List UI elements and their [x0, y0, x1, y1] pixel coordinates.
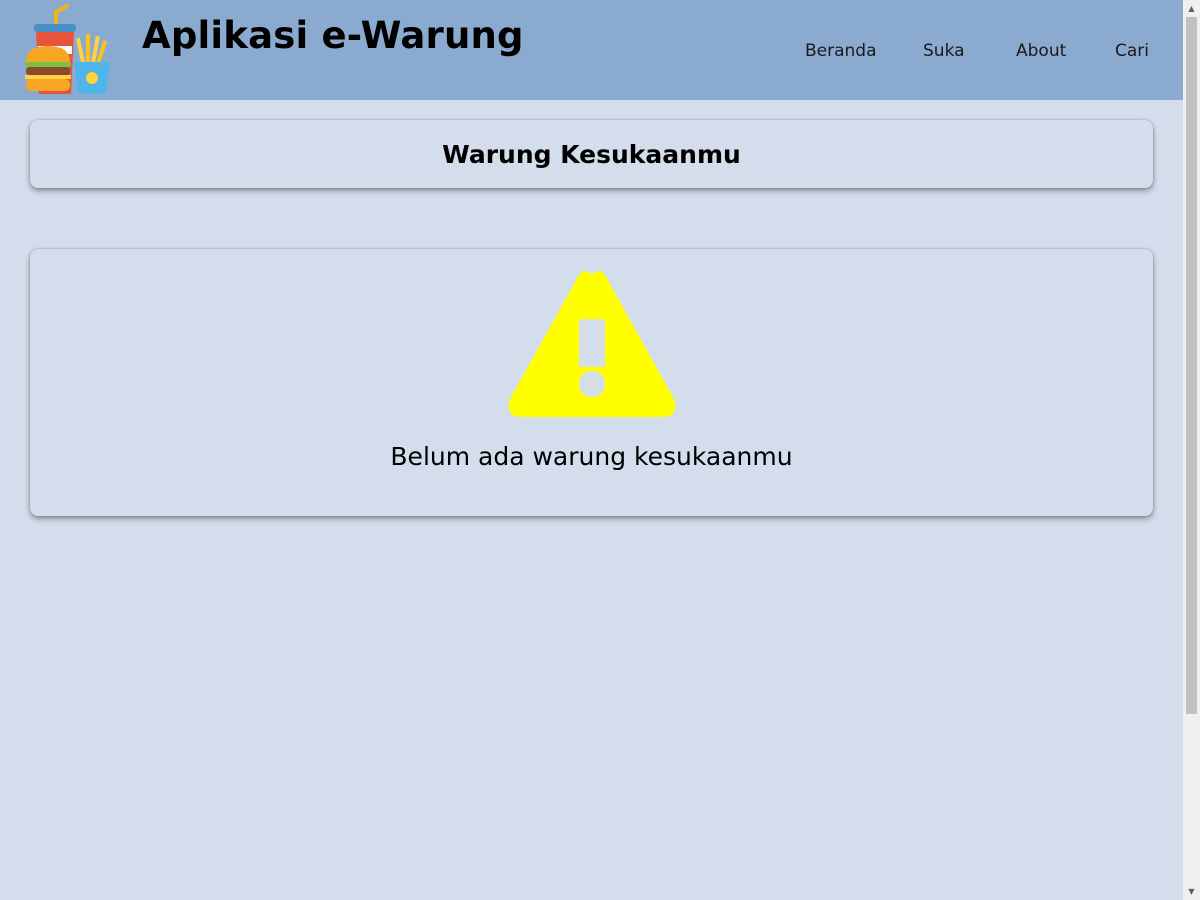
nav-item-cari[interactable]: Cari	[1115, 41, 1149, 61]
vertical-scrollbar[interactable]: ▲ ▼	[1183, 0, 1200, 900]
scroll-down-arrow-icon[interactable]: ▼	[1183, 883, 1200, 900]
section-title-card: Warung Kesukaanmu	[30, 120, 1153, 188]
empty-state-message: Belum ada warung kesukaanmu	[390, 442, 793, 471]
warning-icon	[506, 267, 678, 419]
scrollbar-thumb[interactable]	[1186, 17, 1197, 714]
section-title: Warung Kesukaanmu	[442, 140, 741, 169]
nav-item-suka[interactable]: Suka	[923, 41, 965, 61]
nav-item-beranda[interactable]: Beranda	[805, 41, 877, 61]
main-nav: Beranda Suka About Cari	[0, 41, 1183, 65]
empty-state-card: Belum ada warung kesukaanmu	[30, 249, 1153, 516]
app-header: Aplikasi e-Warung Beranda Suka About Car…	[0, 0, 1183, 100]
nav-item-about[interactable]: About	[1016, 41, 1066, 61]
scroll-up-arrow-icon[interactable]: ▲	[1183, 0, 1200, 17]
page: Aplikasi e-Warung Beranda Suka About Car…	[0, 0, 1183, 900]
